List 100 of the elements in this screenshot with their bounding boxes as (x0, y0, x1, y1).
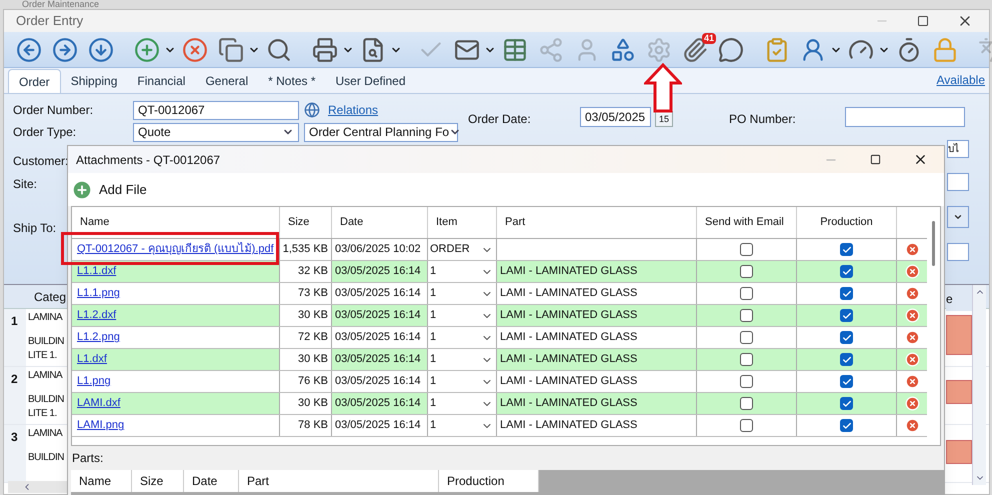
checkbox[interactable] (840, 243, 853, 256)
add-file-button[interactable]: Add File (68, 178, 147, 200)
delete-icon[interactable] (904, 374, 920, 389)
ship-to-field[interactable] (947, 243, 969, 261)
column-header: Categ (34, 288, 66, 306)
checkbox[interactable] (840, 419, 853, 432)
delete-icon[interactable] (904, 352, 920, 367)
globe-icon[interactable] (304, 102, 320, 118)
customer-field[interactable]: บไ (947, 140, 969, 158)
checkbox[interactable] (840, 375, 853, 388)
item-select[interactable]: 1 (428, 371, 497, 392)
item-select[interactable]: 1 (428, 327, 497, 348)
item-select[interactable]: 1 (428, 393, 497, 414)
checkbox[interactable] (740, 397, 753, 410)
row-number: 3 (4, 425, 26, 482)
column-header: Production (439, 470, 539, 492)
search-icon (266, 36, 292, 62)
tab[interactable]: User Defined (326, 69, 416, 93)
table-cell: BUILDIN (28, 335, 64, 349)
relations-link[interactable]: Relations (328, 101, 378, 119)
scrollbar[interactable] (972, 285, 986, 485)
checkbox[interactable] (740, 353, 753, 366)
speech-bubble-icon (718, 36, 744, 62)
checkbox[interactable] (740, 419, 753, 432)
checkbox[interactable] (840, 397, 853, 410)
column-header: Item (428, 207, 497, 238)
item-select[interactable]: 1 (428, 415, 497, 436)
checkbox[interactable] (740, 243, 753, 256)
table-cell: LAMI - LAMINATED GLASS (497, 327, 697, 348)
checkbox[interactable] (840, 331, 853, 344)
delete-icon[interactable] (904, 242, 920, 257)
item-select[interactable]: 1 (428, 261, 497, 282)
delete-icon[interactable] (904, 396, 920, 411)
checkbox[interactable] (840, 287, 853, 300)
tab[interactable]: Order (8, 69, 61, 93)
column-header: Part (497, 207, 697, 238)
delete-icon[interactable] (904, 286, 920, 301)
parts-label: Parts: (72, 450, 104, 467)
table-cell: LAMI - LAMINATED GLASS (497, 261, 697, 282)
column-header: Name (71, 470, 132, 492)
row-number: 2 (4, 367, 26, 424)
tab[interactable]: Financial (127, 69, 196, 93)
delete-icon[interactable] (904, 264, 920, 279)
table-cell: 32 KB (280, 261, 332, 282)
checkbox[interactable] (840, 265, 853, 278)
lock-icon (932, 36, 958, 62)
column-header: e (946, 291, 953, 308)
item-select[interactable]: ORDER (428, 239, 497, 260)
delete-icon[interactable] (904, 418, 920, 433)
add-icon (134, 36, 160, 62)
site-field[interactable] (947, 173, 969, 191)
list-icon (502, 36, 528, 62)
table-cell: 30 KB (280, 305, 332, 326)
available-link[interactable]: Available (936, 71, 985, 89)
column-header: Date (332, 207, 428, 238)
tab[interactable]: Shipping (60, 69, 128, 93)
delete-icon[interactable] (904, 308, 920, 323)
tab[interactable]: General (195, 69, 258, 93)
table-cell: LAMI - LAMINATED GLASS (497, 349, 697, 370)
dialog-title: Attachments - QT-0012067 (76, 152, 220, 168)
status-cell (946, 440, 972, 464)
item-select[interactable]: 1 (428, 283, 497, 304)
printer-icon (312, 36, 338, 62)
field-label: Site: (13, 176, 38, 193)
checkbox[interactable] (740, 309, 753, 322)
maximize-icon[interactable] (870, 154, 881, 165)
item-select[interactable]: 1 (428, 349, 497, 370)
checkbox[interactable] (840, 309, 853, 322)
maximize-icon[interactable] (917, 15, 929, 27)
ship-to-select[interactable] (947, 206, 969, 228)
order-number-field[interactable]: QT-0012067 (133, 100, 299, 120)
field-label: Order Type: (13, 124, 78, 141)
field-label: Order Date: (468, 111, 532, 128)
tab[interactable]: * Notes * (258, 69, 326, 93)
checkbox[interactable] (840, 353, 853, 366)
count-badge: 41 (702, 32, 716, 44)
scrollbar-thumb[interactable] (932, 221, 935, 266)
table-cell-text: LAMINA (28, 427, 64, 441)
field-label: Customer: (13, 153, 68, 170)
table-cell: 30 KB (280, 349, 332, 370)
delete-icon[interactable] (904, 330, 920, 345)
table-cell: LAMI - LAMINATED GLASS (497, 371, 697, 392)
item-select[interactable]: 1 (428, 305, 497, 326)
window-title: Order Entry (16, 12, 84, 30)
checkbox[interactable] (740, 331, 753, 344)
checkbox[interactable] (740, 287, 753, 300)
close-icon[interactable] (913, 152, 928, 167)
checkbox[interactable] (740, 265, 753, 278)
order-date-field[interactable]: 03/05/2025 (580, 107, 651, 127)
table-cell-text: LITE 1. (28, 407, 58, 421)
planning-form-select[interactable]: Order Central Planning Fo (304, 122, 458, 142)
add-icon (71, 178, 93, 200)
table-cell: BUILDIN (28, 393, 64, 407)
order-type-select[interactable]: Quote (133, 122, 299, 142)
checkbox[interactable] (740, 375, 753, 388)
table-cell-text: LITE 1. (28, 349, 58, 363)
table-cell-text: LAMINA (28, 369, 64, 383)
po-number-field[interactable] (845, 107, 965, 127)
column-header: Send with Email (697, 207, 797, 238)
table-cell: LAMI - LAMINATED GLASS (497, 415, 697, 436)
